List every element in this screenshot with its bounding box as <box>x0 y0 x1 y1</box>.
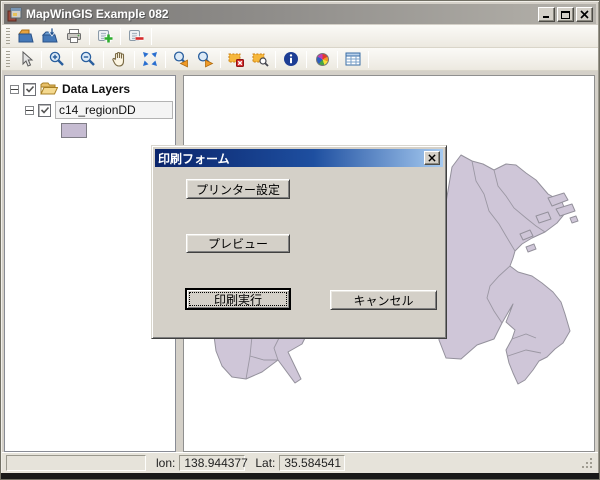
status-message-panel <box>6 455 146 471</box>
print-dialog-title: 印刷フォーム <box>158 150 424 167</box>
zoom-out-button[interactable] <box>76 49 100 70</box>
preview-button[interactable]: プレビュー <box>186 234 290 253</box>
identify-button[interactable] <box>279 49 303 70</box>
pointer-tool-button[interactable] <box>14 49 38 70</box>
toolbar-separator <box>306 51 307 68</box>
remove-layer-button[interactable] <box>124 26 148 47</box>
window-title: MapWinGIS Example 082 <box>26 7 536 21</box>
print-dialog-titlebar[interactable]: 印刷フォーム <box>155 149 443 167</box>
zoom-full-extent-button[interactable] <box>138 49 162 70</box>
lat-label: Lat: <box>255 456 275 470</box>
zoom-to-selection-button[interactable] <box>248 49 272 70</box>
attribute-table-icon <box>344 50 362 68</box>
minimize-button[interactable] <box>538 7 555 22</box>
toolbar-separator <box>337 51 338 68</box>
toolbar-separator <box>89 28 90 45</box>
toolbar-separator <box>275 51 276 68</box>
checkmark-icon <box>40 105 50 115</box>
close-icon <box>428 154 436 162</box>
desktop-edge <box>1 473 599 479</box>
printer-icon <box>65 27 83 45</box>
tree-node-layer[interactable]: c14_regionDD <box>25 101 173 119</box>
statusbar: lon: 138.944377 Lat: 35.584541 <box>2 452 598 473</box>
zoom-previous-button[interactable] <box>169 49 193 70</box>
app-window: MapWinGIS Example 082 <box>0 0 600 480</box>
symbology-button[interactable] <box>310 49 334 70</box>
toolbar-separator <box>41 51 42 68</box>
lon-label: lon: <box>156 456 175 470</box>
layer-symbol-swatch[interactable] <box>61 123 87 138</box>
tree-root-label: Data Layers <box>62 82 130 96</box>
zoom-previous-icon <box>172 50 190 68</box>
lon-value: 138.944377 <box>179 455 245 471</box>
data-layers-checkbox[interactable] <box>23 83 36 96</box>
clear-selection-button[interactable] <box>224 49 248 70</box>
minimize-icon <box>542 10 551 18</box>
maximize-button[interactable] <box>557 7 574 22</box>
add-layer-icon <box>96 27 114 45</box>
remove-layer-icon <box>127 27 145 45</box>
toolbar-separator <box>134 51 135 68</box>
zoom-next-icon <box>196 50 214 68</box>
pan-tool-button[interactable] <box>107 49 131 70</box>
toolbar-grip[interactable] <box>6 51 10 67</box>
save-button[interactable] <box>38 26 62 47</box>
clear-selection-icon <box>227 50 245 68</box>
toolbar-grip[interactable] <box>6 28 10 44</box>
tree-node-data-layers[interactable]: Data Layers <box>10 82 175 96</box>
open-button[interactable] <box>14 26 38 47</box>
print-button[interactable] <box>62 26 86 47</box>
pan-hand-icon <box>110 50 128 68</box>
print-dialog: 印刷フォーム プリンター設定 プレビュー 印刷実行 キャンセル <box>151 145 447 339</box>
cancel-button[interactable]: キャンセル <box>330 290 437 310</box>
maximize-icon <box>561 10 570 19</box>
close-icon <box>580 10 589 19</box>
toolbar-separator <box>165 51 166 68</box>
toolbar-separator <box>151 28 152 45</box>
zoom-in-button[interactable] <box>45 49 69 70</box>
printer-settings-button[interactable]: プリンター設定 <box>186 179 290 199</box>
pointer-icon <box>17 50 35 68</box>
titlebar[interactable]: MapWinGIS Example 082 <box>4 4 596 24</box>
attribute-table-button[interactable] <box>341 49 365 70</box>
toolbar-separator <box>120 28 121 45</box>
toolbar-separator <box>103 51 104 68</box>
close-button[interactable] <box>576 7 593 22</box>
collapse-expander-icon[interactable] <box>25 106 34 115</box>
info-icon <box>282 50 300 68</box>
toolbar-separator <box>72 51 73 68</box>
add-layer-button[interactable] <box>93 26 117 47</box>
zoom-out-icon <box>79 50 97 68</box>
print-execute-button[interactable]: 印刷実行 <box>185 288 291 310</box>
folder-icon <box>40 82 58 96</box>
save-icon <box>41 27 59 45</box>
zoom-full-extent-icon <box>141 50 159 68</box>
toolbar-map-tools <box>2 48 598 71</box>
collapse-expander-icon[interactable] <box>10 85 19 94</box>
open-folder-icon <box>17 27 35 45</box>
window-controls <box>536 7 593 22</box>
zoom-in-icon <box>48 50 66 68</box>
resize-grip[interactable] <box>581 457 594 470</box>
toolbar-file <box>2 25 598 48</box>
app-icon <box>7 7 22 22</box>
zoom-to-selection-icon <box>251 50 269 68</box>
layer-checkbox[interactable] <box>38 104 51 117</box>
lat-value: 35.584541 <box>279 455 345 471</box>
layer-label[interactable]: c14_regionDD <box>55 101 173 119</box>
dialog-close-button[interactable] <box>424 151 440 165</box>
toolbar-separator <box>368 51 369 68</box>
color-palette-icon <box>316 53 329 66</box>
toolbar-separator <box>220 51 221 68</box>
zoom-next-button[interactable] <box>193 49 217 70</box>
checkmark-icon <box>25 84 35 94</box>
